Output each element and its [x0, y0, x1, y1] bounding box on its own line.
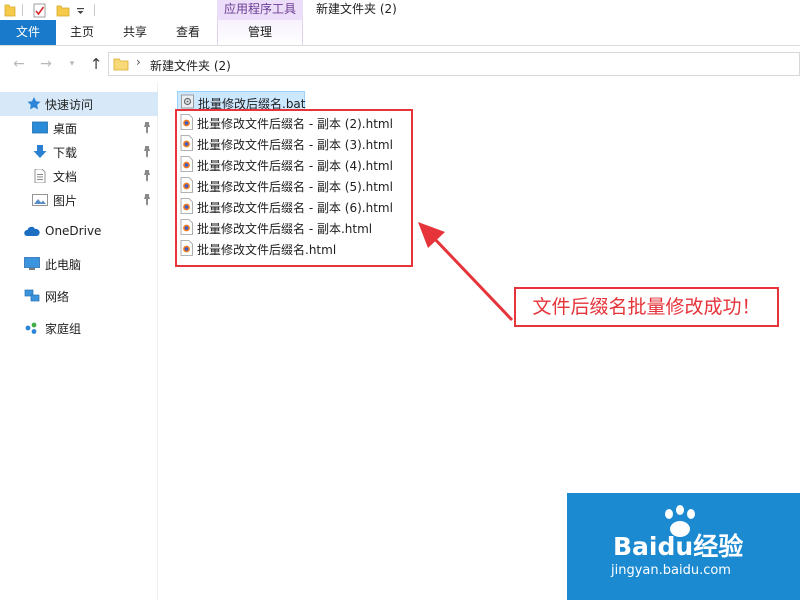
- back-arrow-icon[interactable]: ←: [11, 56, 27, 72]
- new-folder-icon[interactable]: [56, 3, 70, 17]
- title-bar: 应用程序工具 新建文件夹 (2): [0, 0, 800, 22]
- baidu-jingyan-watermark: Baidu经验 jingyan.baidu.com: [567, 493, 800, 600]
- recent-locations-chevron-icon[interactable]: ▾: [64, 56, 80, 72]
- tab-share[interactable]: 共享: [108, 20, 162, 45]
- annotation-highlight-box: [175, 109, 413, 267]
- nav-item-label: 网络: [45, 290, 70, 304]
- folder-icon: [113, 58, 129, 71]
- homegroup-icon: [25, 322, 37, 334]
- download-icon: [33, 145, 47, 158]
- ribbon-tabs: 文件 主页 共享 查看 管理: [0, 20, 800, 46]
- nav-item-label: 此电脑: [45, 258, 82, 272]
- tab-file[interactable]: 文件: [0, 20, 56, 45]
- pin-icon[interactable]: [141, 121, 153, 135]
- navigation-row: ← → ▾ ↑ › 新建文件夹 (2): [0, 47, 800, 81]
- nav-item-pictures[interactable]: 图片: [0, 188, 158, 212]
- nav-item-label: 桌面: [53, 122, 78, 136]
- computer-icon: [24, 257, 40, 270]
- nav-item-label: 快速访问: [45, 98, 94, 112]
- document-icon: [34, 169, 46, 183]
- contextual-tab-title: 应用程序工具: [217, 0, 303, 20]
- pin-icon[interactable]: [141, 145, 153, 159]
- file-explorer-window: 应用程序工具 新建文件夹 (2) 文件 主页 共享 查看 管理 ← → ▾ ↑ …: [0, 0, 800, 600]
- bat-file-icon: [181, 94, 194, 109]
- nav-item-network[interactable]: 网络: [0, 284, 158, 308]
- nav-item-label: 文档: [53, 170, 78, 184]
- file-item-bat[interactable]: 批量修改后缀名.bat: [177, 91, 306, 111]
- star-icon: [27, 97, 41, 110]
- network-icon: [24, 289, 40, 302]
- annotation-callout: 文件后缀名批量修改成功！: [514, 287, 779, 327]
- nav-item-this-pc[interactable]: 此电脑: [0, 252, 158, 276]
- breadcrumb-current-folder[interactable]: 新建文件夹 (2): [150, 57, 231, 74]
- watermark-logo-text: Baidu经验: [613, 532, 744, 561]
- nav-item-documents[interactable]: 文档: [0, 164, 158, 188]
- pin-icon[interactable]: [141, 169, 153, 183]
- nav-item-onedrive[interactable]: OneDrive: [0, 220, 158, 244]
- address-bar[interactable]: › 新建文件夹 (2): [108, 52, 800, 76]
- nav-item-downloads[interactable]: 下载: [0, 140, 158, 164]
- separator: [22, 4, 23, 16]
- nav-item-label: OneDrive: [45, 224, 102, 238]
- nav-item-label: 家庭组: [45, 322, 82, 336]
- separator: [94, 4, 95, 16]
- nav-item-homegroup[interactable]: 家庭组: [0, 316, 158, 340]
- nav-item-quick-access[interactable]: 快速访问: [0, 92, 158, 116]
- nav-item-label: 图片: [53, 194, 78, 208]
- desktop-icon: [32, 121, 48, 134]
- forward-arrow-icon[interactable]: →: [38, 56, 54, 72]
- nav-item-desktop[interactable]: 桌面: [0, 116, 158, 140]
- tab-manage[interactable]: 管理: [217, 20, 303, 45]
- navigation-pane: 快速访问 桌面 下载 文档 图片 OneDrive 此电脑 网络 家庭组: [0, 82, 158, 600]
- tab-view[interactable]: 查看: [162, 20, 214, 45]
- tab-home[interactable]: 主页: [56, 20, 108, 45]
- nav-item-label: 下载: [53, 146, 78, 160]
- customize-toolbar-dropdown-icon[interactable]: [76, 4, 85, 16]
- watermark-url: jingyan.baidu.com: [611, 563, 731, 578]
- pin-icon[interactable]: [141, 193, 153, 207]
- properties-icon[interactable]: [33, 3, 46, 18]
- picture-icon: [32, 194, 48, 206]
- up-arrow-icon[interactable]: ↑: [88, 56, 104, 72]
- folder-icon: [4, 4, 16, 17]
- breadcrumb-chevron-icon[interactable]: ›: [136, 55, 141, 69]
- window-title: 新建文件夹 (2): [316, 2, 397, 16]
- cloud-icon: [24, 226, 40, 236]
